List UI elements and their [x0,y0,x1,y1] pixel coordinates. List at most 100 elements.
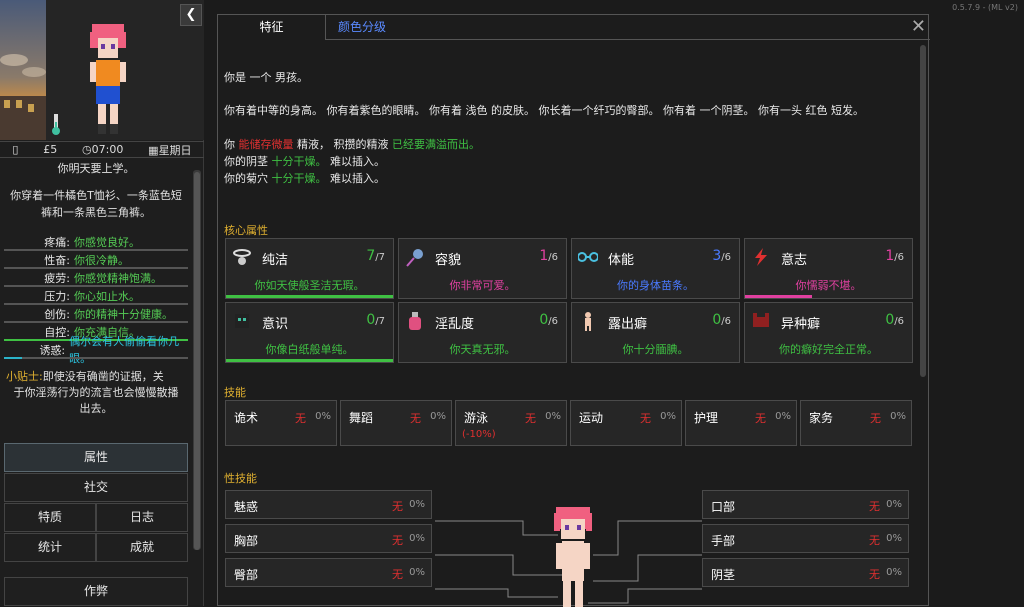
skill-name: 舞蹈 [349,411,374,425]
state-row: 疲劳: 你感觉精神饱满。 [0,269,192,287]
clock-display: ◷07:00 [82,143,124,156]
core-attribute-value: 0/7 [366,312,385,328]
character-sprite-icon [90,24,126,134]
nav-cheats-button[interactable]: 作弊 [4,577,188,606]
state-label: 性奋: [44,253,70,267]
state-row: 疼痛: 你感觉良好。 [0,233,192,251]
core-attribute-card[interactable]: 纯洁 7/7 你如天使般圣洁无瑕。 [225,238,394,299]
sidebar-text-panel: 你明天要上学。 你穿着一件橘色T恤衫、一条蓝色短 裤和一条黑色三角裤。 疼痛: 你… [0,160,192,417]
core-attribute-card[interactable]: 露出癖 0/6 你十分腼腆。 [571,302,740,363]
skill-name: 运动 [579,411,604,425]
core-attribute-desc: 你的癖好完全正常。 [779,343,878,356]
core-attribute-value: 0/6 [712,312,731,328]
anus-text: 你的菊穴 十分干燥。 难以插入。 [224,172,385,185]
core-attribute-card[interactable]: 意识 0/7 你像白纸般单纯。 [225,302,394,363]
scene-buildings-icon [0,54,46,140]
skill-card[interactable]: 运动 无 0% [570,400,682,446]
skill-percent: 0% [775,411,791,422]
nav-stats-button[interactable]: 统计 [4,533,96,562]
skill-modifier: (-10%) [462,429,496,440]
skill-level: 无 [525,412,536,425]
day-display: ▦星期日 [148,143,192,157]
close-icon[interactable]: ✕ [911,17,926,37]
state-label: 诱惑: [39,343,66,357]
core-attribute-name: 露出癖 [608,317,648,332]
thermometer-icon [52,114,60,135]
nav-achievements-button[interactable]: 成就 [96,533,188,562]
nav-traits-button[interactable]: 特质 [4,503,96,532]
tip-label: 小贴士: [6,370,43,383]
state-row: 诱惑:偶尔会有人偷偷看你几眼。 [0,335,192,365]
nav-journal-button[interactable]: 日志 [96,503,188,532]
body-figure-icon [554,507,592,607]
core-attribute-desc: 你非常可爱。 [449,279,516,292]
core-attribute-value: 3/6 [712,248,731,264]
core-attribute-card[interactable]: 淫乱度 0/6 你天真无邪。 [398,302,567,363]
scene-backdrop [0,0,46,140]
collapse-sidebar-button[interactable]: ❮ [180,4,202,26]
potion-icon [409,312,421,330]
core-attribute-card[interactable]: 体能 3/6 你的身体苗条。 [571,238,740,299]
sidebar-scrollbar-thumb[interactable] [194,172,200,550]
tab-color-grading[interactable]: 颜色分级 [326,15,398,40]
skill-percent: 0% [890,411,906,422]
skill-percent: 0% [545,411,561,422]
gender-text: 你是 一个 男孩。 [224,71,308,84]
skill-level: 无 [295,412,306,425]
core-attribute-name: 意识 [262,317,289,332]
skill-name: 护理 [694,411,719,425]
halo-icon [233,249,251,265]
state-row: 压力: 你心如止水。 [0,287,192,305]
state-bar [4,357,188,359]
skill-percent: 0% [430,411,446,422]
tab-characteristics[interactable]: 特征 [218,15,326,40]
core-attribute-value: 0/6 [539,312,558,328]
head-icon [235,314,249,328]
core-attribute-bar [745,295,812,298]
state-list: 疼痛: 你感觉良好。性奋: 你很冷静。疲劳: 你感觉精神饱满。 压力: 你心如止水。 创伤:… [0,233,192,365]
core-attribute-desc: 你十分腼腆。 [622,343,689,356]
skill-percent: 0% [315,411,331,422]
core-attribute-value: 1/6 [885,248,904,264]
clock-icon: ◷ [82,143,92,156]
core-attribute-card[interactable]: 意志 1/6 你懦弱不堪。 [744,238,913,299]
sidebar: ❮ ▯ £5 ◷07:00 ▦星期日 你明天要上学。 你穿着一件橘色T恤衫、一条… [0,0,204,606]
state-label: 压力: [44,289,70,303]
figure-icon [585,312,591,331]
penis-text: 你的阴茎 十分干燥。 难以插入。 [224,155,385,168]
skill-percent: 0% [660,411,676,422]
core-attribute-name: 意志 [781,253,808,268]
state-label: 自控: [44,325,70,339]
skills-title: 技能 [224,386,246,399]
skill-card[interactable]: 家务 无 0% [800,400,912,446]
core-attribute-card[interactable]: 容貌 1/6 你非常可爱。 [398,238,567,299]
core-attribute-desc: 你懦弱不堪。 [795,279,862,292]
skill-card[interactable]: 游泳 无 0% (-10%) [455,400,567,446]
money-display: £5 [43,143,58,156]
nav-attributes-button[interactable]: 属性 [4,443,188,472]
clothing-description: 你穿着一件橘色T恤衫、一条蓝色短 裤和一条黑色三角裤。 [10,189,182,219]
state-row: 创伤: 你的精神十分健康。 [0,305,192,323]
skill-level: 无 [410,412,421,425]
core-attribute-value: 1/6 [539,248,558,264]
main-scrollbar[interactable] [920,45,926,377]
skill-card[interactable]: 护理 无 0% [685,400,797,446]
skill-card[interactable]: 舞蹈 无 0% [340,400,452,446]
state-row: 性奋: 你很冷静。 [0,251,192,269]
skill-card[interactable]: 诡术 无 0% [225,400,337,446]
core-attribute-desc: 你的身体苗条。 [617,279,694,292]
core-attribute-card[interactable]: 异种癖 0/6 你的癖好完全正常。 [744,302,913,363]
chevron-left-icon: ❮ [185,7,197,22]
core-attribute-bar [226,295,393,298]
skill-level: 无 [640,412,651,425]
school-notice: 你明天要上学。 [57,162,135,175]
core-attribute-name: 纯洁 [262,253,289,268]
core-attribute-desc: 你像白纸般单纯。 [265,343,354,356]
mirror-icon [406,249,423,267]
state-value: 你感觉精神饱满。 [74,271,162,285]
nav-social-button[interactable]: 社交 [4,473,188,502]
skill-level: 无 [870,412,881,425]
state-value: 你很冷静。 [74,253,129,267]
core-attribute-name: 异种癖 [781,317,821,332]
body-text: 你有着中等的身高。 你有着紫色的眼睛。 你有着 浅色 的皮肤。 你长着一个纤巧的… [224,104,864,117]
